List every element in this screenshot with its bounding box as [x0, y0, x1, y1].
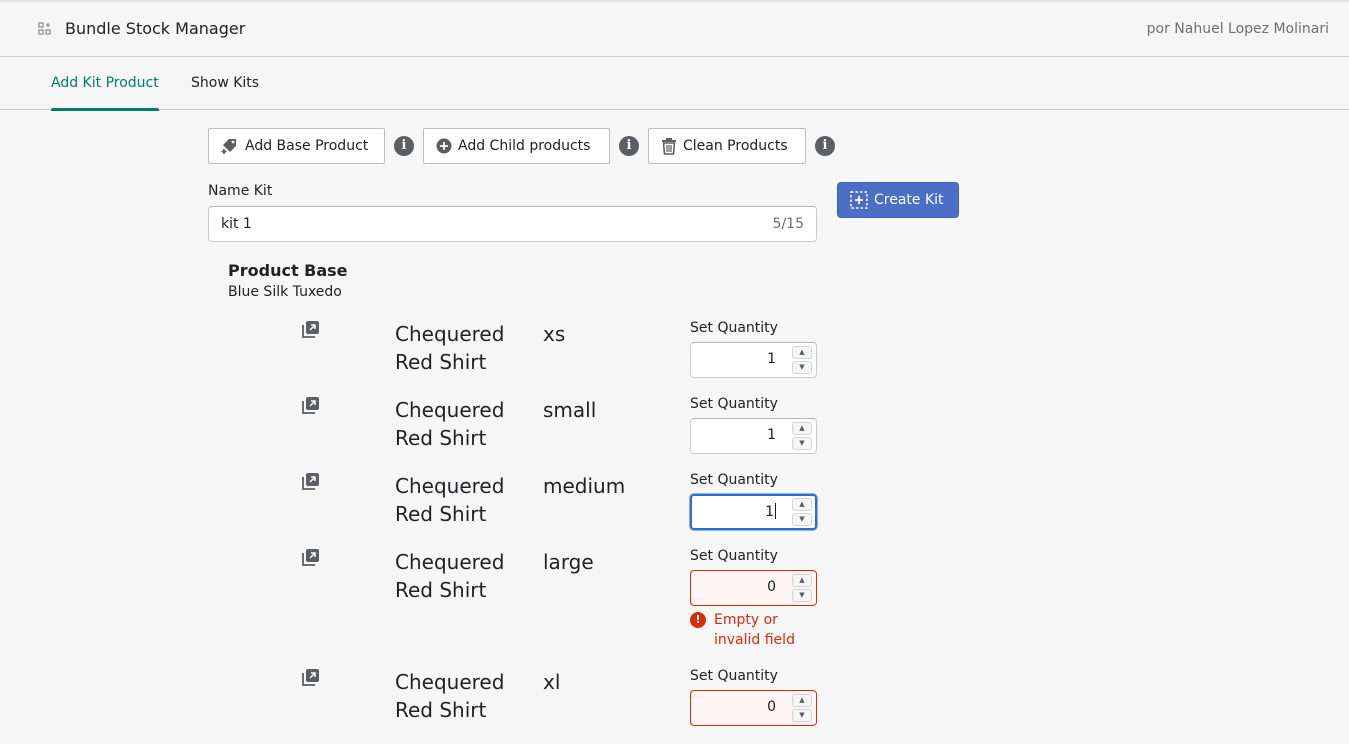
tab-bar: Add Kit Product Show Kits — [0, 57, 1349, 111]
quantity-stepper[interactable]: ▲ ▼ — [792, 694, 812, 722]
quantity-stepper[interactable]: ▲ ▼ — [792, 422, 812, 450]
field-error-text: Empty or invalid field — [714, 612, 795, 648]
circle-plus-icon — [436, 138, 452, 154]
name-kit-label: Name Kit — [208, 183, 273, 199]
child-variant-name: xl — [543, 670, 561, 694]
set-quantity-label: Set Quantity — [690, 668, 778, 684]
tag-plus-icon — [221, 139, 236, 154]
add-base-product-label: Add Base Product — [245, 138, 369, 154]
decrement-icon[interactable]: ▼ — [792, 437, 812, 450]
add-base-product-button[interactable]: Add Base Product — [208, 128, 385, 164]
name-kit-value: kit 1 — [221, 216, 252, 232]
text-caret — [775, 503, 776, 519]
app-header: Bundle Stock Manager por Nahuel Lopez Mo… — [0, 0, 1349, 57]
child-product-row: Chequered Red Shirt small Set Quantity 1… — [0, 396, 1349, 472]
decrement-icon[interactable]: ▼ — [792, 513, 812, 526]
child-product-row: Chequered Red Shirt medium Set Quantity … — [0, 472, 1349, 548]
app-title: Bundle Stock Manager — [65, 19, 246, 38]
child-variant-name: small — [543, 398, 597, 422]
quantity-input[interactable]: 1 ▲ ▼ — [690, 342, 817, 378]
add-child-products-button[interactable]: Add Child products — [423, 128, 610, 164]
quantity-input[interactable]: 0 ▲ ▼ — [690, 570, 817, 606]
duplicate-icon[interactable] — [302, 472, 320, 490]
duplicate-icon[interactable] — [302, 396, 320, 414]
name-kit-input[interactable]: kit 1 5/15 — [208, 206, 817, 242]
tab-add-kit-product[interactable]: Add Kit Product — [51, 57, 159, 111]
child-variant-name: xs — [543, 322, 566, 346]
quantity-stepper[interactable]: ▲ ▼ — [792, 346, 812, 374]
create-kit-button[interactable]: Create Kit — [837, 182, 959, 218]
quantity-value: 1 — [767, 351, 776, 367]
clean-products-label: Clean Products — [683, 138, 788, 154]
duplicate-icon[interactable] — [302, 320, 320, 338]
char-counter: 5/15 — [772, 216, 804, 232]
decrement-icon[interactable]: ▼ — [792, 709, 812, 722]
decrement-icon[interactable]: ▼ — [792, 589, 812, 602]
set-quantity-label: Set Quantity — [690, 548, 778, 564]
quantity-value: 0 — [767, 699, 776, 715]
increment-icon[interactable]: ▲ — [792, 498, 812, 511]
child-product-name: Chequered Red Shirt — [395, 398, 505, 450]
child-product-row: Chequered Red Shirt xl Set Quantity 0 ▲ ▼ — [0, 668, 1349, 744]
product-base-heading: Product Base — [228, 261, 348, 280]
quantity-value: 0 — [767, 579, 776, 595]
child-product-name: Chequered Red Shirt — [395, 474, 505, 526]
quantity-stepper[interactable]: ▲ ▼ — [792, 498, 812, 526]
quantity-value: 1 — [767, 427, 776, 443]
tab-show-kits[interactable]: Show Kits — [191, 57, 259, 110]
child-product-name: Chequered Red Shirt — [395, 550, 505, 602]
create-kit-label: Create Kit — [874, 192, 944, 208]
child-variant-name: medium — [543, 474, 626, 498]
quantity-input[interactable]: 1 ▲ ▼ — [690, 494, 817, 530]
set-quantity-label: Set Quantity — [690, 472, 778, 488]
child-product-name: Chequered Red Shirt — [395, 670, 505, 722]
child-product-row: Chequered Red Shirt xs Set Quantity 1 ▲ ▼ — [0, 320, 1349, 396]
add-child-products-label: Add Child products — [458, 138, 591, 154]
duplicate-icon[interactable] — [302, 668, 320, 686]
quantity-stepper[interactable]: ▲ ▼ — [792, 574, 812, 602]
add-base-info-icon[interactable]: i — [394, 136, 414, 156]
increment-icon[interactable]: ▲ — [792, 346, 812, 359]
increment-icon[interactable]: ▲ — [792, 574, 812, 587]
child-product-row: Chequered Red Shirt large Set Quantity 0… — [0, 548, 1349, 658]
clean-products-info-icon[interactable]: i — [815, 136, 835, 156]
field-error: ! Empty or invalid field — [690, 610, 820, 650]
set-quantity-label: Set Quantity — [690, 320, 778, 336]
quantity-input[interactable]: 0 ▲ ▼ — [690, 690, 817, 726]
apps-icon — [38, 22, 51, 35]
product-base-name: Blue Silk Tuxedo — [228, 284, 342, 300]
increment-icon[interactable]: ▲ — [792, 422, 812, 435]
increment-icon[interactable]: ▲ — [792, 694, 812, 707]
author-credit: por Nahuel Lopez Molinari — [1146, 21, 1329, 37]
set-quantity-label: Set Quantity — [690, 396, 778, 412]
quantity-value: 1 — [765, 504, 774, 520]
quantity-input[interactable]: 1 ▲ ▼ — [690, 418, 817, 454]
add-child-info-icon[interactable]: i — [619, 136, 639, 156]
child-product-name: Chequered Red Shirt — [395, 322, 505, 374]
child-variant-name: large — [543, 550, 594, 574]
clean-products-button[interactable]: Clean Products — [648, 128, 806, 164]
decrement-icon[interactable]: ▼ — [792, 361, 812, 374]
duplicate-icon[interactable] — [302, 548, 320, 566]
trash-icon — [662, 138, 676, 155]
dashed-box-plus-icon — [850, 191, 868, 209]
error-icon: ! — [690, 612, 706, 628]
